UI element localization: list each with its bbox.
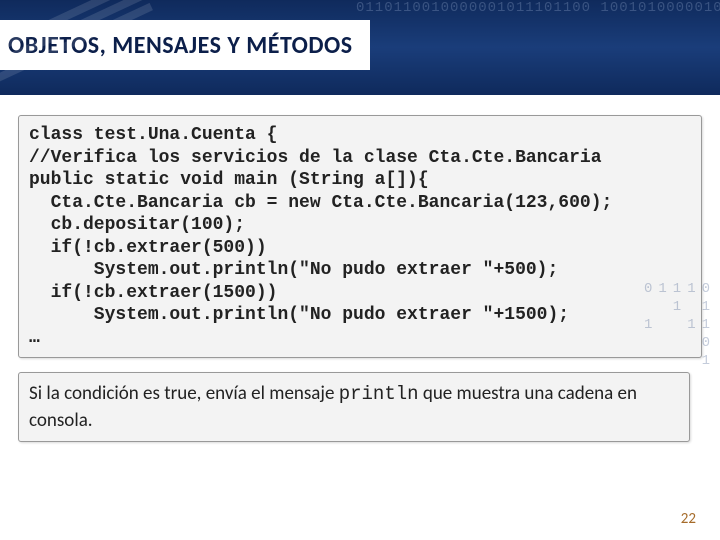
code-line: if(!cb.extraer(500))	[29, 238, 267, 258]
code-line: System.out.println("No pudo extraer "+15…	[29, 305, 569, 325]
code-line: class test.Una.Cuenta {	[29, 125, 277, 145]
page-number: 22	[681, 510, 696, 528]
binary-decor: 0110110010000001011101100 10010100000101…	[356, 0, 720, 95]
code-line: //Verifica los servicios de la clase Cta…	[29, 148, 602, 168]
code-line: Cta.Cte.Bancaria cb = new Cta.Cte.Bancar…	[29, 193, 612, 213]
code-line: …	[29, 328, 40, 348]
header-banner: 0110110010000001011101100 10010100000101…	[0, 0, 720, 95]
code-line: public static void main (String a[]){	[29, 170, 429, 190]
explanation-box: Si la condición es true, envía el mensaj…	[18, 372, 690, 442]
side-binary-decor: 01110 1 1 1 11 0 1	[644, 280, 716, 370]
note-text: Si la condición es true, envía el mensaj…	[29, 382, 339, 405]
note-mono: println	[339, 383, 419, 405]
code-line: cb.depositar(100);	[29, 215, 245, 235]
code-block: class test.Una.Cuenta { //Verifica los s…	[18, 115, 702, 358]
code-line: if(!cb.extraer(1500))	[29, 283, 277, 303]
diagonal-stripes-decor	[0, 45, 150, 95]
main-content: class test.Una.Cuenta { //Verifica los s…	[0, 95, 720, 442]
code-line: System.out.println("No pudo extraer "+50…	[29, 260, 558, 280]
